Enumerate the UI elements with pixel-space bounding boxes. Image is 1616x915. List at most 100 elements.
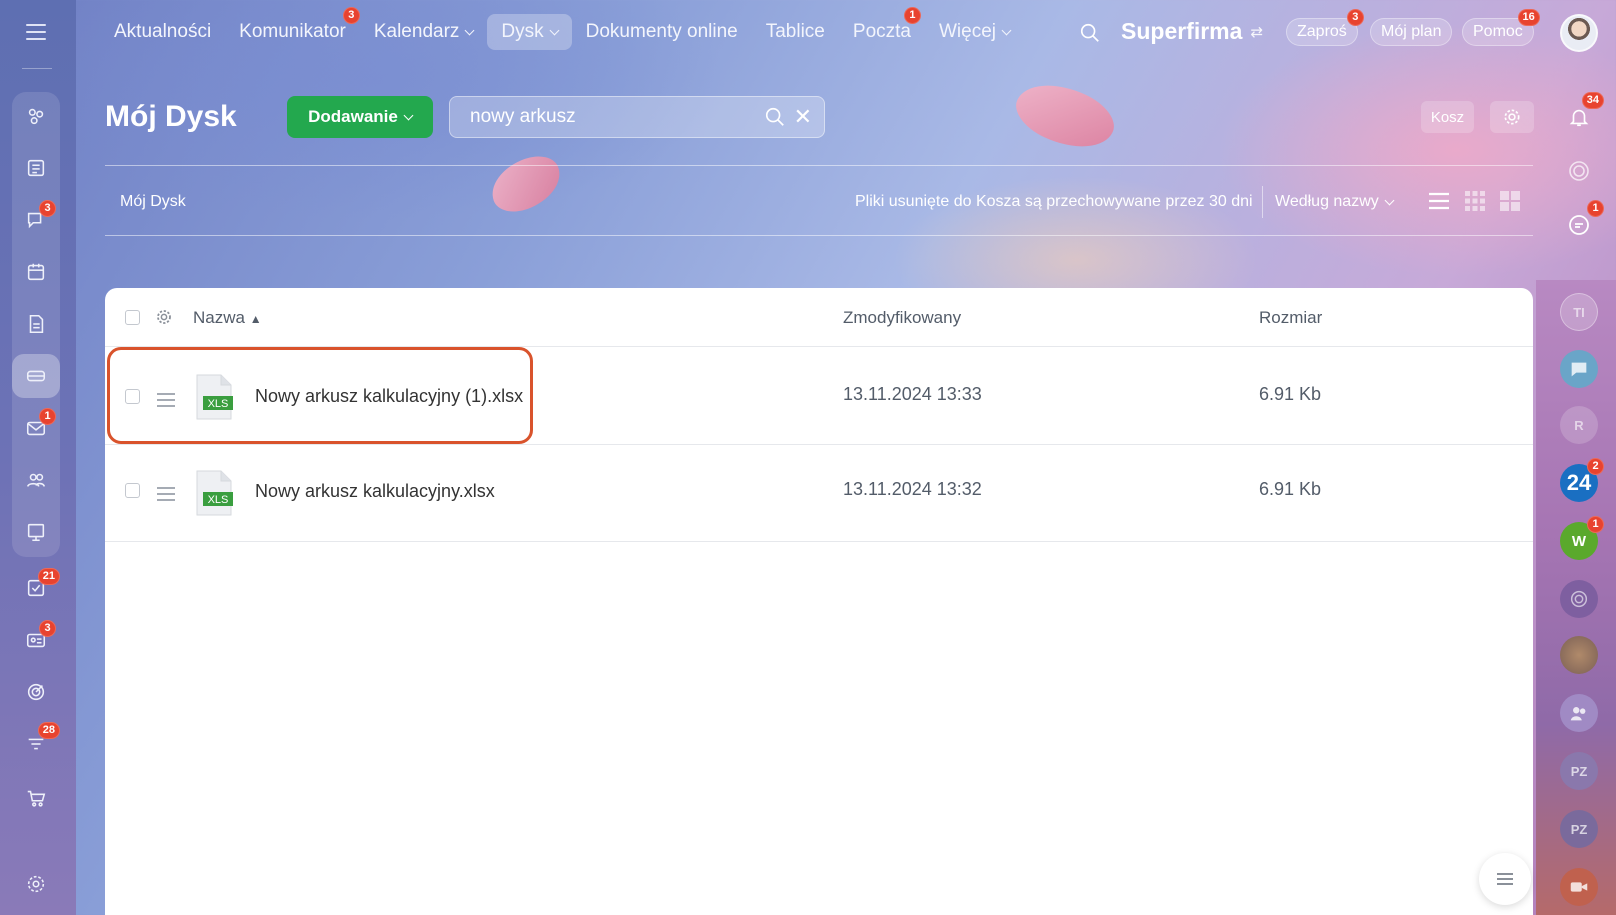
settings-button[interactable]	[1490, 101, 1534, 133]
sidebar-item-funnel[interactable]: 28	[12, 722, 60, 766]
invite-label: Zaproś	[1297, 23, 1347, 40]
contact-avatar[interactable]: PZ	[1560, 752, 1598, 790]
sidebar-item-boards[interactable]	[12, 510, 60, 554]
video-camera-icon	[1570, 882, 1588, 892]
nav-label: Aktualności	[114, 21, 212, 42]
file-size: 6.91 Kb	[1259, 479, 1322, 499]
column-size[interactable]: Rozmiar	[1259, 308, 1322, 328]
collab-icon	[28, 108, 44, 125]
avatar-badge: 1	[1587, 516, 1604, 533]
invite-button[interactable]: Zaproś 3	[1286, 9, 1364, 46]
chevron-down-icon	[403, 110, 414, 120]
xls-file-icon: XLS	[196, 470, 233, 516]
divider	[105, 165, 1533, 166]
bitrix24-avatar[interactable]: 24 2	[1560, 458, 1604, 502]
sidebar-item-employees[interactable]	[12, 458, 60, 502]
menu-icon[interactable]	[26, 24, 46, 40]
nav-label: Komunikator	[239, 21, 346, 42]
sidebar-item-settings[interactable]	[12, 862, 60, 906]
company-name[interactable]: Superfirma ⇄	[1121, 18, 1263, 45]
sidebar-item-drive[interactable]	[12, 354, 60, 398]
nav-label: Dysk	[501, 21, 544, 42]
nav-item-calendar[interactable]: Kalendarz	[360, 14, 488, 50]
feed-icon	[27, 159, 45, 177]
video-call-button[interactable]	[1560, 868, 1598, 906]
notifications-button[interactable]: 34	[1560, 92, 1604, 136]
nav-label: Więcej	[938, 21, 996, 42]
drag-handle-icon[interactable]	[157, 487, 175, 505]
activity-button[interactable]	[1560, 152, 1598, 190]
avatar-initials: R	[1574, 417, 1584, 433]
contact-avatar[interactable]	[1560, 580, 1598, 618]
nav-item-mail[interactable]: Poczta 1	[839, 7, 925, 50]
add-button[interactable]: Dodawanie	[287, 96, 433, 138]
sidebar-item-shop[interactable]	[12, 776, 60, 820]
help-label: Pomoc	[1473, 23, 1523, 40]
file-name[interactable]: Nowy arkusz kalkulacyjny.xlsx	[255, 481, 495, 502]
sidebar-item-messenger[interactable]: 3	[12, 198, 60, 242]
left-sidebar: 3 1 21 3 28	[0, 0, 76, 915]
contact-avatar[interactable]: TI	[1560, 293, 1598, 331]
column-name[interactable]: Nazwa ▲	[193, 308, 262, 328]
group-avatar[interactable]	[1560, 694, 1598, 732]
nav-label: Dokumenty online	[585, 21, 738, 42]
nav-item-news[interactable]: Aktualności	[100, 14, 225, 50]
radar-icon	[1569, 161, 1589, 181]
page-title: Mój Dysk	[105, 100, 237, 133]
search-icon[interactable]	[764, 106, 786, 128]
trash-button[interactable]: Kosz	[1421, 101, 1474, 133]
gear-icon	[27, 875, 45, 893]
sort-dropdown[interactable]: Według nazwy	[1275, 193, 1395, 211]
message-icon	[1571, 362, 1587, 377]
nav-item-drive[interactable]: Dysk	[487, 14, 572, 50]
quick-menu-button[interactable]	[1479, 853, 1531, 905]
avatar-initials: 24	[1566, 470, 1592, 495]
chevron-down-icon	[464, 25, 475, 35]
trash-retention-note: Pliki usunięte do Kosza są przechowywane…	[855, 193, 1253, 210]
sidebar-item-crm[interactable]: 3	[12, 618, 60, 662]
contact-avatar[interactable]: R	[1560, 406, 1598, 444]
row-checkbox[interactable]	[125, 483, 140, 498]
file-type-label: XLS	[208, 494, 229, 506]
search-input[interactable]	[470, 106, 764, 128]
small-grid-view-icon[interactable]	[1464, 190, 1486, 212]
notifications-badge: 34	[1581, 92, 1604, 109]
nav-item-boards[interactable]: Tablice	[752, 14, 839, 50]
clear-search-icon[interactable]: ✕	[794, 106, 812, 128]
chat-button[interactable]: 1	[1560, 200, 1604, 244]
search-icon[interactable]	[1079, 22, 1101, 44]
large-grid-view-icon[interactable]	[1499, 190, 1521, 212]
sidebar-item-mail[interactable]: 1	[12, 406, 60, 450]
user-avatar[interactable]	[1560, 14, 1598, 52]
select-all-checkbox[interactable]	[125, 310, 140, 325]
my-plan-button[interactable]: Mój plan	[1370, 18, 1453, 46]
top-nav: Aktualności Komunikator 3 Kalendarz Dysk …	[100, 7, 1024, 52]
nav-item-messenger[interactable]: Komunikator 3	[225, 7, 360, 50]
calendar-icon	[27, 263, 45, 281]
board-icon	[27, 523, 45, 542]
sidebar-item-calendar[interactable]	[12, 250, 60, 294]
column-modified[interactable]: Zmodyfikowany	[843, 308, 961, 328]
sidebar-item-tasks[interactable]: 21	[12, 566, 60, 610]
users-icon	[26, 473, 46, 487]
table-row[interactable]: XLS Nowy arkusz kalkulacyjny.xlsx 13.11.…	[105, 445, 1533, 542]
sidebar-item-goals[interactable]	[12, 670, 60, 714]
nav-item-more[interactable]: Więcej	[925, 14, 1024, 50]
list-view-icon[interactable]	[1428, 190, 1450, 212]
sidebar-item-feed[interactable]	[12, 146, 60, 190]
help-button[interactable]: Pomoc 16	[1462, 9, 1540, 46]
help-badge: 16	[1517, 9, 1540, 26]
list-icon	[1497, 873, 1513, 885]
contact-avatar[interactable]: W1	[1560, 516, 1604, 560]
avatar-initials: PZ	[1570, 821, 1588, 837]
avatar-badge: 2	[1587, 458, 1604, 475]
nav-label: Kalendarz	[373, 21, 460, 42]
column-settings-icon[interactable]	[155, 308, 173, 326]
chat-channel-avatar[interactable]	[1560, 350, 1598, 388]
sidebar-item-collab[interactable]	[12, 94, 60, 138]
nav-item-online-docs[interactable]: Dokumenty online	[572, 14, 752, 50]
contact-avatar[interactable]	[1560, 636, 1598, 674]
sidebar-item-documents[interactable]	[12, 302, 60, 346]
breadcrumb[interactable]: Mój Dysk	[120, 193, 186, 211]
contact-avatar[interactable]: PZ	[1560, 810, 1598, 848]
